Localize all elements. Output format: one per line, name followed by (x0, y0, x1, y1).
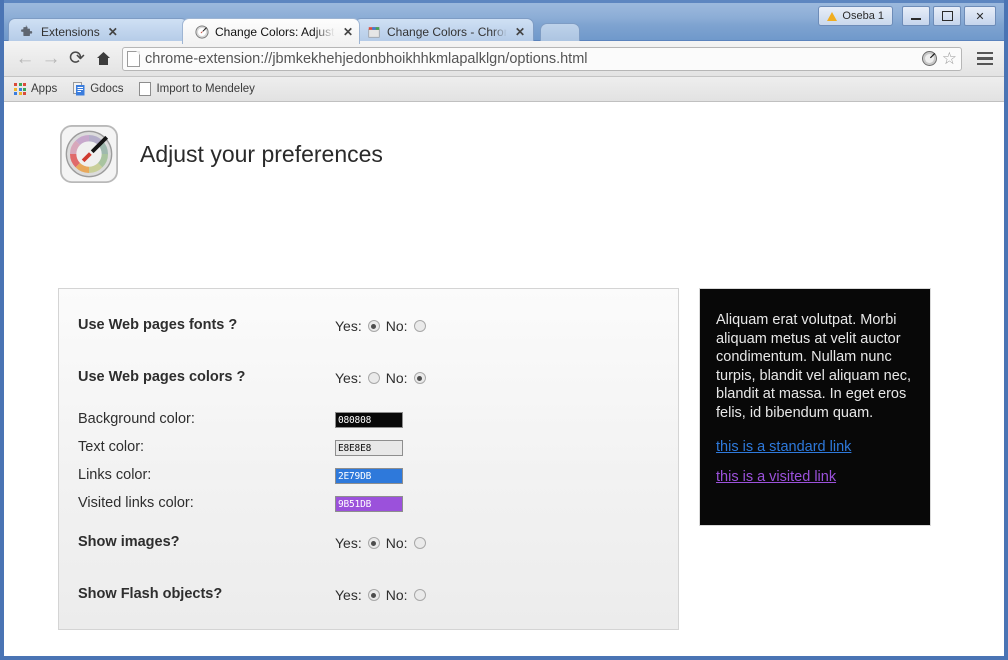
bookmark-label: Import to Mendeley (156, 83, 255, 95)
row-label: Links color: (78, 467, 152, 483)
row-label: Visited links color: (78, 495, 194, 511)
yes-label: Yes: (335, 587, 362, 603)
tab-label: Change Colors - Chrome (387, 24, 507, 39)
links-color-field[interactable]: 2E79DB (335, 468, 403, 484)
browser-toolbar: ← → ⟳ chrome-extension://jbmkekhehjedonb… (4, 41, 1004, 77)
close-icon: ✕ (975, 10, 985, 23)
menu-line (977, 57, 993, 60)
maximize-icon (941, 11, 953, 21)
text-color-value[interactable]: E8E8E8 (335, 440, 403, 456)
preview-visited-link[interactable]: this is a visited link (716, 469, 914, 485)
minimize-button[interactable] (902, 6, 930, 26)
row-label: Background color: (78, 411, 195, 427)
no-label: No: (385, 318, 408, 334)
arrow-right-icon: → (41, 47, 61, 69)
no-label: No: (385, 587, 408, 603)
radio-images-yes[interactable] (367, 537, 380, 549)
row-label: Use Web pages colors ? (78, 369, 246, 385)
row-label: Show images? (78, 534, 180, 550)
title-bar: Oseba 1 ✕ Extensions ✕ Change Colors: Ad… (0, 0, 1008, 44)
text-color-field[interactable]: E8E8E8 (335, 440, 403, 456)
radio-group-show-images: Yes: No: (335, 535, 426, 551)
page-header: Adjust your preferences (60, 125, 383, 183)
google-docs-icon (73, 82, 85, 96)
persona-button[interactable]: Oseba 1 (818, 6, 893, 26)
preview-paragraph: Aliquam erat volutpat. Morbi aliquam met… (716, 312, 912, 421)
window-controls: Oseba 1 ✕ (818, 6, 996, 26)
row-label: Use Web pages fonts ? (78, 317, 238, 333)
document-icon (139, 82, 152, 96)
visited-links-color-field[interactable]: 9B51DB (335, 496, 403, 512)
page-document-icon (127, 50, 140, 67)
persona-label: Oseba 1 (842, 10, 884, 22)
address-bar[interactable]: chrome-extension://jbmkekhehjedonbhoikhh… (122, 46, 962, 71)
no-label: No: (385, 535, 408, 551)
radio-flash-no[interactable] (413, 589, 426, 601)
yes-label: Yes: (335, 370, 362, 386)
puzzle-piece-icon (21, 25, 33, 36)
home-button[interactable] (90, 46, 116, 72)
address-bar-url: chrome-extension://jbmkekhehjedonbhoikhh… (145, 50, 588, 67)
tab-label: Extensions (41, 24, 100, 39)
yes-label: Yes: (335, 535, 362, 551)
bookmark-gdocs[interactable]: Gdocs (73, 82, 123, 96)
preferences-panel: Use Web pages fonts ? Yes: No: Use Web p… (58, 288, 679, 630)
arrow-left-icon: ← (15, 47, 35, 69)
tab-close-button[interactable]: ✕ (108, 25, 118, 39)
reload-button[interactable]: ⟳ (64, 46, 90, 72)
yes-label: Yes: (335, 318, 362, 334)
hamburger-menu-icon[interactable] (974, 49, 996, 69)
radio-colors-yes[interactable] (367, 372, 380, 384)
radio-colors-no[interactable] (413, 372, 426, 384)
bookmark-apps[interactable]: Apps (14, 83, 57, 95)
preview-standard-link[interactable]: this is a standard link (716, 439, 914, 455)
tab-label: Change Colors: Adjust yo (215, 24, 335, 39)
bookmark-label: Gdocs (90, 83, 124, 95)
browser-window: Oseba 1 ✕ Extensions ✕ Change Colors: Ad… (0, 0, 1008, 660)
color-preview-panel: Aliquam erat volutpat. Morbi aliquam met… (699, 288, 931, 526)
no-label: No: (385, 370, 408, 386)
close-window-button[interactable]: ✕ (964, 6, 996, 26)
bookmark-star-icon[interactable]: ☆ (942, 49, 957, 69)
omnibox-actions: ☆ (921, 49, 957, 69)
forward-button[interactable]: → (38, 46, 64, 72)
bookmark-label: Apps (31, 83, 58, 95)
reload-icon: ⟳ (69, 48, 85, 69)
radio-group-use-web-pages-colors: Yes: No: (335, 370, 426, 386)
back-button[interactable]: ← (12, 46, 38, 72)
tab-close-button[interactable]: ✕ (343, 25, 353, 39)
apps-grid-icon (14, 83, 26, 95)
bookmarks-bar: Apps Gdocs Import to Mendeley (4, 77, 1004, 102)
tab-close-button[interactable]: ✕ (515, 25, 525, 39)
page-title: Adjust your preferences (140, 140, 383, 167)
warning-triangle-icon (827, 11, 838, 21)
visited-links-color-value[interactable]: 9B51DB (335, 496, 403, 512)
menu-line (977, 62, 993, 66)
color-wheel-extension-icon[interactable] (921, 50, 938, 67)
radio-fonts-no[interactable] (413, 320, 426, 332)
row-label: Text color: (78, 439, 145, 455)
color-wheel-icon (195, 24, 209, 39)
background-color-field[interactable]: 080808 (335, 412, 403, 428)
radio-flash-yes[interactable] (367, 589, 380, 601)
background-color-value[interactable]: 080808 (335, 412, 403, 428)
minimize-icon (911, 18, 921, 20)
radio-group-use-web-pages-fonts: Yes: No: (335, 318, 426, 334)
bookmark-import-to-mendeley[interactable]: Import to Mendeley (139, 82, 255, 96)
maximize-button[interactable] (933, 6, 961, 26)
home-icon (96, 52, 110, 65)
tab-change-colors-options[interactable]: Change Colors: Adjust yo ✕ (182, 18, 360, 44)
menu-line (977, 51, 993, 55)
radio-group-show-flash-objects: Yes: No: (335, 587, 426, 603)
radio-fonts-yes[interactable] (367, 320, 380, 332)
row-label: Show Flash objects? (78, 586, 223, 602)
radio-images-no[interactable] (413, 537, 426, 549)
chrome-webstore-icon (368, 26, 380, 38)
links-color-value[interactable]: 2E79DB (335, 468, 403, 484)
page-content: Adjust your preferences Use Web pages fo… (4, 102, 1004, 656)
color-wheel-eyedropper-logo (60, 125, 118, 183)
